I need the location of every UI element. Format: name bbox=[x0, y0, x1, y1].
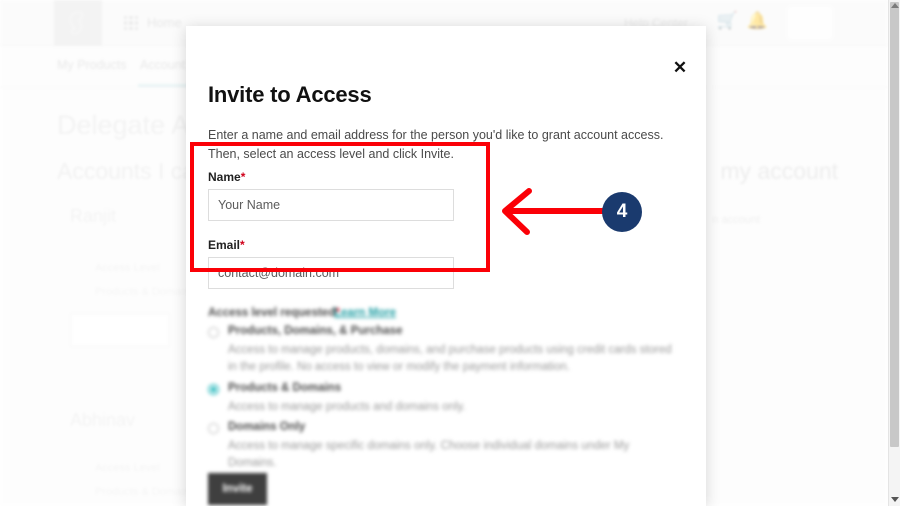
email-label-text: Email bbox=[208, 238, 241, 252]
scroll-down-arrow-icon[interactable] bbox=[891, 497, 899, 502]
tab-account[interactable]: Account bbox=[140, 58, 185, 72]
access-level-value-abhinav: Products & Domains bbox=[95, 486, 196, 498]
name-label-text: Name bbox=[208, 170, 241, 184]
radio-description: Access to manage specific domains only. … bbox=[228, 440, 630, 470]
email-input[interactable] bbox=[208, 257, 454, 289]
radio-label: Products & Domains bbox=[228, 382, 342, 394]
scrollbar-thumb[interactable] bbox=[890, 2, 899, 447]
nav-home-link[interactable]: Home bbox=[147, 15, 182, 30]
access-level-value-ranjit: Products & Domains bbox=[95, 286, 196, 298]
screenshot-root: Home Help Center 🛒 🔔 My Products Account… bbox=[0, 0, 900, 506]
radio-description: Access to manage products and domains on… bbox=[228, 401, 466, 413]
notification-bell-icon[interactable]: 🔔 bbox=[747, 12, 768, 29]
step-number-badge: 4 bbox=[602, 192, 642, 232]
modal-title: Invite to Access bbox=[208, 82, 372, 107]
account-note-right: n account bbox=[712, 214, 760, 226]
access-level-label-text: Access level requested bbox=[208, 307, 336, 319]
access-level-label-ranjit: Access Level bbox=[95, 262, 160, 274]
tab-my-products[interactable]: My Products bbox=[57, 58, 126, 72]
name-required-marker: * bbox=[240, 170, 246, 184]
name-field-label: Name* bbox=[208, 170, 245, 184]
radio-dot-icon[interactable] bbox=[208, 423, 219, 434]
shopping-cart-icon[interactable]: 🛒 bbox=[717, 12, 738, 29]
invite-to-access-modal: ✕ Invite to Access Enter a name and emai… bbox=[186, 26, 706, 506]
section-heading-right: my account bbox=[720, 158, 838, 184]
account-action-box[interactable] bbox=[70, 313, 170, 347]
access-level-label: Access level requested* bbox=[208, 307, 340, 319]
account-name-ranjit: Ranjit bbox=[70, 206, 117, 226]
modal-description: Enter a name and email address for the p… bbox=[208, 128, 664, 162]
email-field-label: Email* bbox=[208, 238, 245, 252]
avatar[interactable] bbox=[787, 6, 833, 40]
radio-label: Products, Domains, & Purchase bbox=[228, 325, 403, 337]
email-required-marker: * bbox=[240, 238, 245, 252]
radio-dot-icon[interactable] bbox=[208, 384, 219, 395]
page-scrollbar[interactable] bbox=[888, 0, 900, 506]
name-input[interactable] bbox=[208, 189, 454, 221]
radio-label: Domains Only bbox=[228, 421, 306, 433]
godaddy-logo-icon[interactable] bbox=[54, 0, 102, 46]
close-icon[interactable]: ✕ bbox=[668, 56, 692, 80]
scroll-up-arrow-icon[interactable] bbox=[891, 3, 899, 8]
section-heading-left: Accounts I ca bbox=[57, 158, 196, 184]
account-name-abhinav: Abhinav bbox=[70, 410, 136, 430]
learn-more-link[interactable]: Learn More bbox=[334, 307, 396, 319]
invite-button[interactable]: Invite bbox=[208, 473, 267, 505]
radio-description: Access to manage products, domains, and … bbox=[228, 344, 672, 374]
access-level-label-abhinav: Access Level bbox=[95, 462, 160, 474]
grid-menu-icon[interactable] bbox=[124, 16, 138, 30]
access-level-section: Access level requested* Learn More Produ… bbox=[186, 302, 706, 506]
radio-dot-icon[interactable] bbox=[208, 327, 219, 338]
